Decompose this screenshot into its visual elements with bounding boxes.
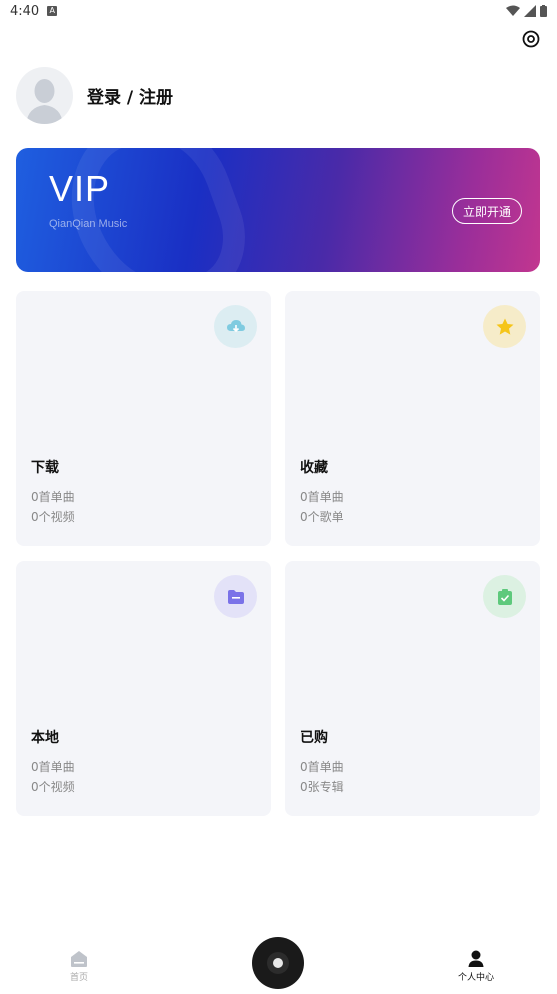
purchased-icon-wrap: [483, 575, 526, 618]
vip-title: VIP: [49, 168, 111, 209]
home-icon: [71, 951, 87, 967]
notification-icon: A: [47, 6, 58, 16]
user-icon: [468, 950, 484, 967]
nav-profile-label: 个人中心: [457, 973, 494, 983]
nav-home-label: 首页: [69, 973, 88, 983]
favorites-icon-wrap: [483, 305, 526, 348]
card-playlists-count: 0个歌单: [300, 510, 344, 524]
status-time: 4:40: [10, 3, 40, 19]
avatar[interactable]: [16, 67, 73, 124]
signal-icon: [524, 5, 536, 17]
card-title: 本地: [31, 730, 59, 746]
profile-login[interactable]: 登录 / 注册: [16, 67, 173, 124]
card-title: 已购: [300, 730, 328, 746]
card-videos-count: 0个视频: [31, 510, 75, 524]
nav-home[interactable]: 首页: [55, 950, 103, 983]
disc-dot: [273, 958, 283, 968]
mini-player-disc[interactable]: [252, 937, 304, 989]
vip-subtitle: QianQian Music: [49, 218, 128, 230]
vip-open-button[interactable]: 立即开通: [452, 198, 522, 224]
card-songs-count: 0首单曲: [31, 760, 75, 774]
star-icon: [496, 318, 513, 335]
card-songs-count: 0首单曲: [300, 490, 344, 504]
login-register-link[interactable]: 登录 / 注册: [87, 83, 173, 108]
folder-icon: [227, 589, 244, 604]
card-songs-count: 0首单曲: [300, 760, 344, 774]
cloud-download-icon: [226, 319, 245, 332]
nav-profile[interactable]: 个人中心: [452, 950, 500, 983]
card-local[interactable]: 本地 0首单曲 0个视频: [16, 561, 271, 816]
card-title: 下载: [31, 460, 59, 476]
settings-button[interactable]: [521, 29, 541, 49]
default-avatar-icon: [26, 79, 63, 124]
battery-icon: [540, 5, 547, 17]
vip-banner[interactable]: VIP QianQian Music 立即开通: [16, 148, 540, 272]
status-icons: [506, 5, 547, 17]
purchased-bag-icon: [497, 588, 512, 605]
disc-center: [267, 952, 289, 974]
download-icon-wrap: [214, 305, 257, 348]
bottom-nav: 首页 个人中心: [0, 930, 557, 994]
card-albums-count: 0张专辑: [300, 780, 344, 794]
settings-icon: [522, 30, 540, 48]
card-title: 收藏: [300, 460, 328, 476]
card-favorites[interactable]: 收藏 0首单曲 0个歌单: [285, 291, 540, 546]
status-bar: 4:40 A: [0, 0, 557, 22]
card-purchased[interactable]: 已购 0首单曲 0张专辑: [285, 561, 540, 816]
wifi-icon: [506, 5, 520, 16]
banner-decoration: [48, 148, 264, 272]
card-videos-count: 0个视频: [31, 780, 75, 794]
local-icon-wrap: [214, 575, 257, 618]
card-songs-count: 0首单曲: [31, 490, 75, 504]
card-download[interactable]: 下载 0首单曲 0个视频: [16, 291, 271, 546]
